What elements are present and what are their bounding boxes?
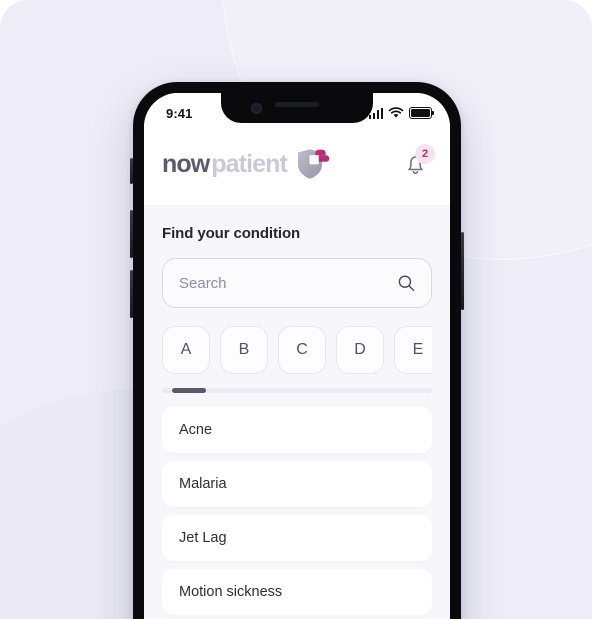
condition-list: Acne Malaria Jet Lag Motion sickness bbox=[162, 407, 432, 615]
phone-mockup: 9:41 now patient 2 Find your condition S… bbox=[130, 80, 464, 619]
list-item[interactable]: Motion sickness bbox=[162, 569, 432, 615]
brand-name-secondary: patient bbox=[211, 149, 288, 178]
search-icon[interactable] bbox=[397, 273, 415, 293]
alphabet-scrollbar[interactable] bbox=[162, 388, 432, 393]
phone-silent-switch[interactable] bbox=[130, 158, 133, 184]
notification-count-badge: 2 bbox=[415, 144, 435, 164]
phone-power-button[interactable] bbox=[461, 232, 464, 310]
letter-filter-b[interactable]: B bbox=[220, 326, 268, 374]
status-bar-indicators bbox=[368, 103, 434, 119]
page-title: Find your condition bbox=[162, 225, 301, 242]
app-header: now patient 2 bbox=[144, 129, 450, 205]
battery-icon bbox=[409, 107, 434, 119]
status-bar-time: 9:41 bbox=[166, 105, 193, 121]
list-item[interactable]: Acne bbox=[162, 407, 432, 453]
phone-screen: 9:41 now patient 2 Find your condition S… bbox=[144, 93, 450, 619]
phone-volume-down-button[interactable] bbox=[130, 270, 133, 318]
front-camera-icon bbox=[251, 103, 262, 114]
search-field[interactable] bbox=[162, 258, 432, 308]
shield-cross-logo-icon bbox=[294, 145, 332, 183]
earpiece-speaker-icon bbox=[275, 102, 319, 107]
alphabet-scrollbar-thumb[interactable] bbox=[172, 388, 206, 393]
alphabet-filter-row[interactable]: A B C D E F bbox=[162, 326, 432, 374]
notifications-button[interactable]: 2 bbox=[398, 144, 435, 181]
brand-name-primary: now bbox=[162, 149, 210, 178]
letter-filter-e[interactable]: E bbox=[394, 326, 432, 374]
letter-filter-a[interactable]: A bbox=[162, 326, 210, 374]
wifi-icon bbox=[388, 107, 404, 118]
letter-filter-d[interactable]: D bbox=[336, 326, 384, 374]
letter-filter-c[interactable]: C bbox=[278, 326, 326, 374]
phone-notch bbox=[221, 93, 373, 123]
list-item[interactable]: Jet Lag bbox=[162, 515, 432, 561]
brand-logo[interactable]: now patient bbox=[162, 145, 332, 183]
list-item[interactable]: Malaria bbox=[162, 461, 432, 507]
phone-volume-up-button[interactable] bbox=[130, 210, 133, 258]
search-input[interactable] bbox=[179, 274, 397, 292]
app-body: Find your condition A B C D E F bbox=[144, 205, 450, 619]
page-root: 9:41 now patient 2 Find your condition S… bbox=[0, 0, 592, 619]
